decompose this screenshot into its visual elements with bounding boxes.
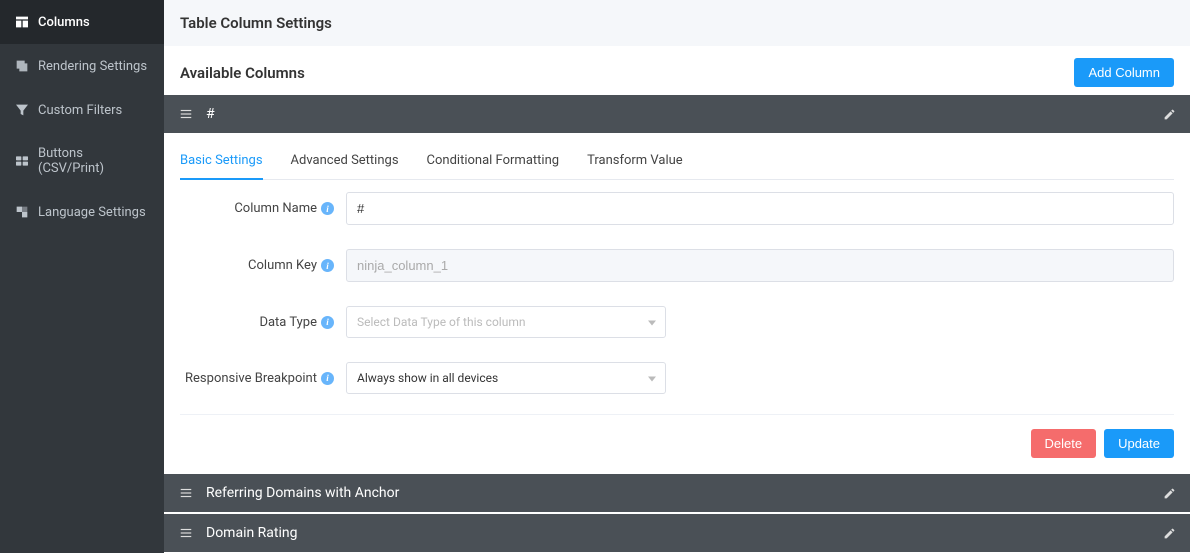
label-column-name: Column Name i [180,201,340,216]
column-label: Domain Rating [206,525,1163,541]
responsive-breakpoint-select[interactable]: Always show in all devices [346,362,666,394]
drag-handle-icon[interactable] [178,526,194,540]
column-label: # [206,106,1163,122]
buttons-icon [14,153,30,169]
field-responsive-breakpoint: Responsive Breakpoint i Always show in a… [180,350,1174,406]
tab-advanced-settings[interactable]: Advanced Settings [291,147,399,180]
sidebar-item-buttons[interactable]: Buttons (CSV/Print) [0,132,164,190]
column-key-input [346,249,1174,282]
panel-title: Available Columns [180,64,305,82]
info-icon[interactable]: i [321,259,334,272]
filter-icon [14,102,30,118]
column-name-input[interactable] [346,192,1174,225]
main-content: Table Column Settings Available Columns … [164,0,1190,553]
sidebar-item-label: Rendering Settings [38,59,147,74]
action-bar: Delete Update [180,414,1174,474]
pencil-icon[interactable] [1163,108,1176,121]
sidebar-item-language[interactable]: Language Settings [0,190,164,234]
rendering-icon [14,58,30,74]
pencil-icon[interactable] [1163,487,1176,500]
field-column-name: Column Name i [180,180,1174,237]
sidebar-item-filters[interactable]: Custom Filters [0,88,164,132]
update-button[interactable]: Update [1104,429,1174,458]
drag-handle-icon[interactable] [178,107,194,121]
label-column-key: Column Key i [180,258,340,273]
add-column-button[interactable]: Add Column [1074,58,1174,87]
tab-basic-settings[interactable]: Basic Settings [180,147,263,180]
tab-conditional-formatting[interactable]: Conditional Formatting [427,147,560,180]
panel-header: Available Columns Add Column [164,46,1190,95]
sidebar-item-label: Buttons (CSV/Print) [38,146,150,176]
columns-icon [14,14,30,30]
page-title: Table Column Settings [164,0,1190,46]
sidebar-item-rendering[interactable]: Rendering Settings [0,44,164,88]
field-column-key: Column Key i [180,237,1174,294]
label-responsive-breakpoint: Responsive Breakpoint i [180,371,340,386]
column-row[interactable]: Domain Rating [164,514,1190,552]
info-icon[interactable]: i [321,202,334,215]
pencil-icon[interactable] [1163,527,1176,540]
tabs: Basic Settings Advanced Settings Conditi… [180,135,1174,180]
sidebar: Columns Rendering Settings Custom Filter… [0,0,164,553]
field-data-type: Data Type i Select Data Type of this col… [180,294,1174,350]
data-type-select[interactable]: Select Data Type of this column [346,306,666,338]
info-icon[interactable]: i [321,316,334,329]
column-label: Referring Domains with Anchor [206,485,1163,501]
language-icon [14,204,30,220]
info-icon[interactable]: i [321,372,334,385]
column-row-expanded[interactable]: # [164,95,1190,133]
sidebar-item-label: Columns [38,15,90,30]
column-row[interactable]: Referring Domains with Anchor [164,474,1190,512]
columns-panel: Available Columns Add Column # Basic Set… [164,46,1190,553]
tab-transform-value[interactable]: Transform Value [587,147,683,180]
column-editor: Basic Settings Advanced Settings Conditi… [164,135,1190,474]
delete-button[interactable]: Delete [1031,429,1097,458]
sidebar-item-label: Language Settings [38,205,146,220]
label-data-type: Data Type i [180,315,340,330]
sidebar-item-label: Custom Filters [38,103,122,118]
drag-handle-icon[interactable] [178,486,194,500]
sidebar-item-columns[interactable]: Columns [0,0,164,44]
